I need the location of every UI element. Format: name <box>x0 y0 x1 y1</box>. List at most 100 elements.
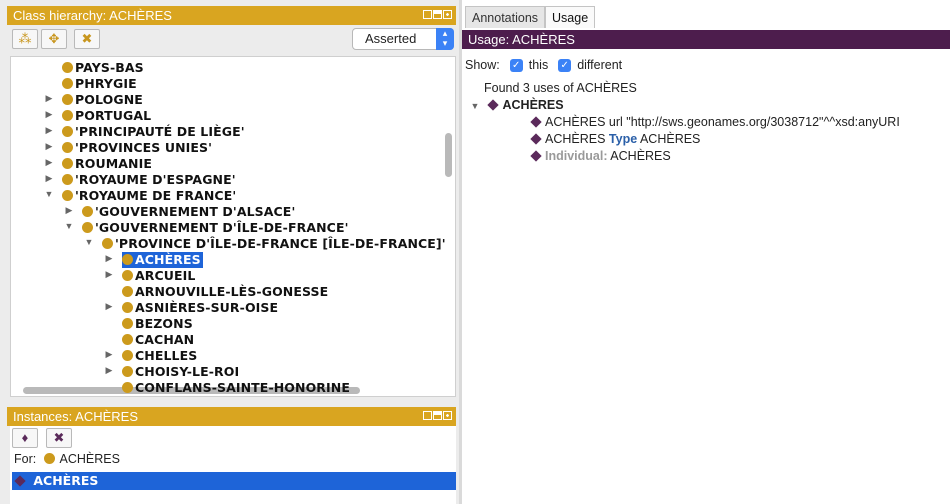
usage-row-url[interactable]: ACHÈRES url "http://sws.geonames.org/303… <box>528 115 900 129</box>
class-tree-item[interactable]: PAYS-BAS <box>62 60 144 76</box>
class-tree-item[interactable]: ROUMANIE <box>62 156 152 172</box>
expanded-triangle-icon[interactable]: ▼ <box>470 101 480 111</box>
collapse-triangle-icon[interactable]: ▼ <box>84 237 94 247</box>
class-tree-item[interactable]: ASNIÈRES-SUR-OISE <box>122 300 278 316</box>
class-tree-item[interactable]: PORTUGAL <box>62 108 151 124</box>
class-tree-item[interactable]: 'ROYAUME D'ESPAGNE' <box>62 172 236 188</box>
this-checkbox[interactable]: ✓ <box>509 58 523 72</box>
instances-pin-icon[interactable] <box>423 411 432 420</box>
different-checkbox[interactable]: ✓ <box>558 58 572 72</box>
class-tree-item-selected[interactable]: ACHÈRES <box>122 252 203 268</box>
expand-triangle-icon[interactable]: ▶ <box>44 125 54 136</box>
view-float-icon[interactable] <box>433 10 442 19</box>
expand-triangle-icon[interactable]: ▶ <box>44 157 54 168</box>
class-dot-icon <box>62 142 73 153</box>
class-dot-icon <box>122 286 133 297</box>
instances-window-buttons[interactable] <box>423 411 452 420</box>
class-tree-item[interactable]: 'GOUVERNEMENT D'ÎLE-DE-FRANCE' <box>82 220 349 236</box>
class-dot-icon <box>122 254 133 265</box>
delete-class-button[interactable]: ✖ <box>74 29 100 49</box>
class-tree-item[interactable]: 'PRINCIPAUTÉ DE LIÈGE' <box>62 124 245 140</box>
view-close-icon[interactable] <box>443 10 452 19</box>
class-tree-label: ACHÈRES <box>135 252 201 267</box>
expand-triangle-icon[interactable]: ▶ <box>64 205 74 216</box>
add-subclass-button[interactable]: ⁂ <box>12 29 38 49</box>
tab-annotations[interactable]: Annotations <box>465 6 546 28</box>
expand-triangle-icon[interactable]: ▶ <box>104 365 114 376</box>
delete-class-icon: ✖ <box>81 31 93 46</box>
different-checkbox-label: different <box>577 58 623 72</box>
view-window-buttons[interactable] <box>423 10 452 19</box>
collapse-triangle-icon[interactable]: ▼ <box>64 221 74 231</box>
usage-url-text: ACHÈRES url "http://sws.geonames.org/303… <box>545 115 900 129</box>
instances-float-icon[interactable] <box>433 411 442 420</box>
class-tree-item[interactable]: 'GOUVERNEMENT D'ALSACE' <box>82 204 295 220</box>
class-tree[interactable]: PAYS-BAS PHRYGIE ▶ POLOGNE ▶ PORTUGAL ▶ 'PRINCI… <box>10 56 456 397</box>
usage-root-row[interactable]: ▼ ACHÈRES <box>470 98 564 112</box>
class-dot-icon <box>122 318 133 329</box>
class-tree-item[interactable]: 'ROYAUME DE FRANCE' <box>62 188 236 204</box>
class-tree-item[interactable]: PHRYGIE <box>62 76 137 92</box>
class-dot-icon <box>82 222 93 233</box>
usage-row-individual[interactable]: Individual: ACHÈRES <box>528 149 671 163</box>
usage-header: Usage: ACHÈRES <box>462 30 950 49</box>
usage-row-type[interactable]: ACHÈRES Type ACHÈRES <box>528 132 700 146</box>
instances-close-icon[interactable] <box>443 411 452 420</box>
individual-row-selected[interactable]: ACHÈRES <box>12 472 456 490</box>
add-sibling-icon: ✥ <box>48 31 60 46</box>
individual-diamond-icon <box>487 99 500 111</box>
expand-triangle-icon[interactable]: ▶ <box>104 301 114 312</box>
class-tree-label: PHRYGIE <box>75 76 137 91</box>
class-tree-item[interactable]: CHOISY-LE-ROI <box>122 364 239 380</box>
class-dot-icon <box>82 206 93 217</box>
class-tree-label: 'PROVINCES UNIES' <box>75 140 213 155</box>
individual-label: ACHÈRES <box>33 473 99 488</box>
hierarchy-mode-select[interactable]: Asserted ▴ ▾ <box>352 28 454 50</box>
class-tree-item[interactable]: CHELLES <box>122 348 197 364</box>
usage-type-object: ACHÈRES <box>639 132 701 146</box>
add-sibling-button[interactable]: ✥ <box>41 29 67 49</box>
class-tree-item[interactable]: 'PROVINCE D'ÎLE-DE-FRANCE [ÎLE-DE-FRANCE… <box>102 236 446 252</box>
add-individual-icon: ♦ <box>21 430 29 445</box>
class-tree-label: 'ROYAUME D'ESPAGNE' <box>75 172 236 187</box>
class-tree-item[interactable]: CONFLANS-SAINTE-HONORINE <box>122 380 350 396</box>
class-dot-icon <box>122 382 133 393</box>
class-tree-label: ASNIÈRES-SUR-OISE <box>135 300 279 315</box>
expand-triangle-icon[interactable]: ▶ <box>44 173 54 184</box>
instances-title: Instances: ACHÈRES <box>13 409 138 424</box>
expand-triangle-icon[interactable]: ▶ <box>104 269 114 280</box>
expand-triangle-icon[interactable]: ▶ <box>104 349 114 360</box>
class-tree-item[interactable]: 'PROVINCES UNIES' <box>62 140 212 156</box>
class-hierarchy-title: Class hierarchy: ACHÈRES <box>13 8 172 23</box>
tree-vertical-scrollbar[interactable] <box>445 133 452 177</box>
type-keyword: Type <box>608 132 638 146</box>
class-tree-item[interactable]: POLOGNE <box>62 92 143 108</box>
view-pin-icon[interactable] <box>423 10 432 19</box>
class-tree-item[interactable]: ARCUEIL <box>122 268 195 284</box>
expand-triangle-icon[interactable]: ▶ <box>104 253 114 264</box>
class-tree-label: PAYS-BAS <box>75 60 144 75</box>
class-tree-label: 'ROYAUME DE FRANCE' <box>75 188 237 203</box>
for-label: For: <box>14 452 37 466</box>
class-dot-icon <box>122 302 133 313</box>
expand-triangle-icon[interactable]: ▶ <box>44 109 54 120</box>
expand-triangle-icon[interactable]: ▶ <box>44 93 54 104</box>
collapse-triangle-icon[interactable]: ▼ <box>44 189 54 199</box>
found-uses-text: Found 3 uses of ACHÈRES <box>484 81 637 95</box>
class-dot-icon <box>62 78 73 89</box>
usage-root-label: ACHÈRES <box>502 98 564 112</box>
tab-usage[interactable]: Usage <box>545 6 596 28</box>
class-dot-icon <box>62 62 73 73</box>
expand-triangle-icon[interactable]: ▶ <box>44 141 54 152</box>
delete-individual-button[interactable]: ✖ <box>46 428 72 448</box>
class-tree-item[interactable]: BEZONS <box>122 316 193 332</box>
class-tree-item[interactable]: CACHAN <box>122 332 194 348</box>
class-dot-icon <box>43 453 55 464</box>
class-dot-icon <box>122 366 133 377</box>
class-tree-item[interactable]: ARNOUVILLE-LÈS-GONESSE <box>122 284 328 300</box>
class-dot-icon <box>122 334 133 345</box>
add-individual-button[interactable]: ♦ <box>12 428 38 448</box>
class-dot-icon <box>62 174 73 185</box>
show-filter-row: Show: ✓ this ✓ different <box>465 58 622 72</box>
class-tree-label: CONFLANS-SAINTE-HONORINE <box>135 380 350 395</box>
